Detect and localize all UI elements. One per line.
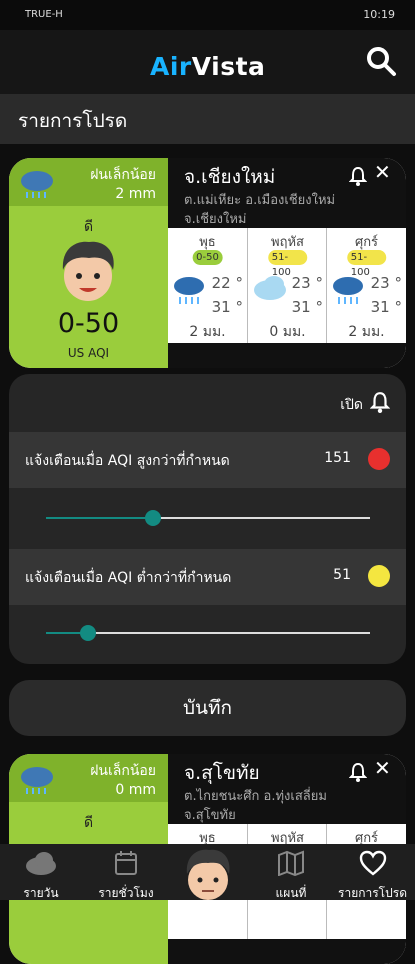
alert-on-label: เปิด [340,397,363,413]
low-alert-label: แจ้งเตือนเมื่อ AQI ต่ำกว่าที่กำหนด [25,570,232,586]
forecast-day-name: ศุกร์ [354,235,379,250]
cloud-icon [254,276,286,300]
bell-icon[interactable] [349,166,367,186]
calendar-icon [115,851,137,875]
aqi-value: 0-50 [57,308,120,339]
app-bar: AirVista [0,30,415,94]
forecast-day: ศุกร์ 51-100 23 ° 31 ° 2 มม. [326,228,406,343]
aqi-level-text: ดี [83,815,94,831]
high-alert-color-dot [368,448,390,470]
rain-summary: ฝนเล็กน้อย 0 mm [9,754,168,802]
rain-amount: 0 mm [115,782,156,798]
aqi-panel: ฝนเล็กน้อย 2 mm ดี 0-50 US AQI [9,158,168,368]
temp-low: 31 ° [211,298,243,316]
rain-forecast: 2 มม. [348,324,385,340]
low-aqi-alert-row: แจ้งเตือนเมื่อ AQI ต่ำกว่าที่กำหนด 51 [9,549,406,605]
carrier-label: TRUE-H [25,9,63,20]
section-title: รายการโปรด [18,110,128,132]
rain-forecast: 2 มม. [189,324,226,340]
slider-handle[interactable] [144,510,161,526]
rain-title: ฝนเล็กน้อย [90,167,156,183]
search-icon [367,47,396,76]
forecast-strip: พุธ 0-50 22 ° 31 ° 2 มม. พฤหัส 51-100 23… [168,228,406,343]
cloud-icon [26,852,56,875]
alert-toggle[interactable]: เปิด [9,374,406,432]
tab-label: รายชั่วโมง [98,886,154,900]
aqi-badge: 51-100 [267,250,308,278]
temp-low: 31 ° [370,298,402,316]
bell-icon [370,392,390,413]
tab-label: รายการโปรด [338,886,407,900]
forecast-day-name: พุธ [199,235,216,250]
low-aqi-slider[interactable] [46,625,370,641]
bell-icon[interactable] [349,762,367,782]
map-icon [278,850,304,876]
aqi-level-text: ดี [83,219,94,235]
slider-handle[interactable] [80,625,97,641]
app-logo: AirVista [150,52,266,81]
alert-settings-panel: เปิด แจ้งเตือนเมื่อ AQI สูงกว่าที่กำหนด … [9,374,406,664]
aqi-unit: US AQI [67,346,110,360]
close-icon[interactable]: ✕ [374,160,391,184]
rain-cloud-icon [21,171,53,198]
rain-cloud-icon [21,767,53,794]
temp-high: 22 ° [211,274,243,292]
forecast-day: พฤหัส 51-100 23 ° 31 ° 0 มม. [247,228,327,343]
rain-cloud-icon [333,277,363,304]
rain-forecast: 0 มม. [269,324,306,340]
forecast-day-name: พฤหัส [271,235,304,250]
section-header: รายการโปรด [0,94,415,144]
low-alert-color-dot [368,565,390,587]
province-name: จ.สุโขทัย [184,762,260,784]
high-alert-value: 151 [324,450,351,466]
rain-amount: 2 mm [115,186,156,202]
aqi-badge: 0-50 [192,250,223,265]
forecast-day: พุธ 0-50 22 ° 31 ° 2 มม. [168,228,247,343]
save-button[interactable]: บันทึก [9,680,406,736]
close-icon[interactable]: ✕ [374,756,391,780]
tab-label: แผนที่ [275,886,307,900]
search-button[interactable] [365,45,397,77]
temp-low: 31 ° [291,298,323,316]
rain-cloud-icon [174,277,204,304]
rain-summary: ฝนเล็กน้อย 2 mm [9,158,168,206]
heart-icon [359,850,386,876]
aqi-badge: 51-100 [346,250,387,278]
district-name: ต.แม่เหียะ อ.เมืองเชียงใหม่ จ.เชียงใหม่ [184,193,336,227]
avatar-face-icon[interactable] [180,846,236,900]
tab-favorites[interactable]: รายการโปรด [330,844,415,900]
province-name: จ.เชียงใหม่ [184,166,276,188]
rain-title: ฝนเล็กน้อย [90,763,156,779]
slider-fill [46,517,153,519]
low-alert-value: 51 [333,567,351,583]
happy-face-icon [62,241,114,301]
tab-label: รายวัน [23,886,59,900]
favorite-card[interactable]: ฝนเล็กน้อย 2 mm ดี 0-50 US AQI จ.เชียงให… [9,158,406,368]
temp-high: 23 ° [370,274,402,292]
tab-map[interactable]: แผนที่ [256,844,326,900]
high-alert-label: แจ้งเตือนเมื่อ AQI สูงกว่าที่กำหนด [25,453,230,469]
status-bar: TRUE-H 10:19 [0,0,415,30]
clock: 10:19 [363,8,395,21]
high-aqi-slider[interactable] [46,510,370,526]
tab-hourly[interactable]: รายชั่วโมง [84,844,168,900]
temp-high: 23 ° [291,274,323,292]
high-aqi-alert-row: แจ้งเตือนเมื่อ AQI สูงกว่าที่กำหนด 151 [9,432,406,488]
district-name: ต.ไกยชนะศึก อ.ทุ่งเสลี่ยม จ.สุโขทัย [184,789,327,823]
tab-daily[interactable]: รายวัน [0,844,82,900]
